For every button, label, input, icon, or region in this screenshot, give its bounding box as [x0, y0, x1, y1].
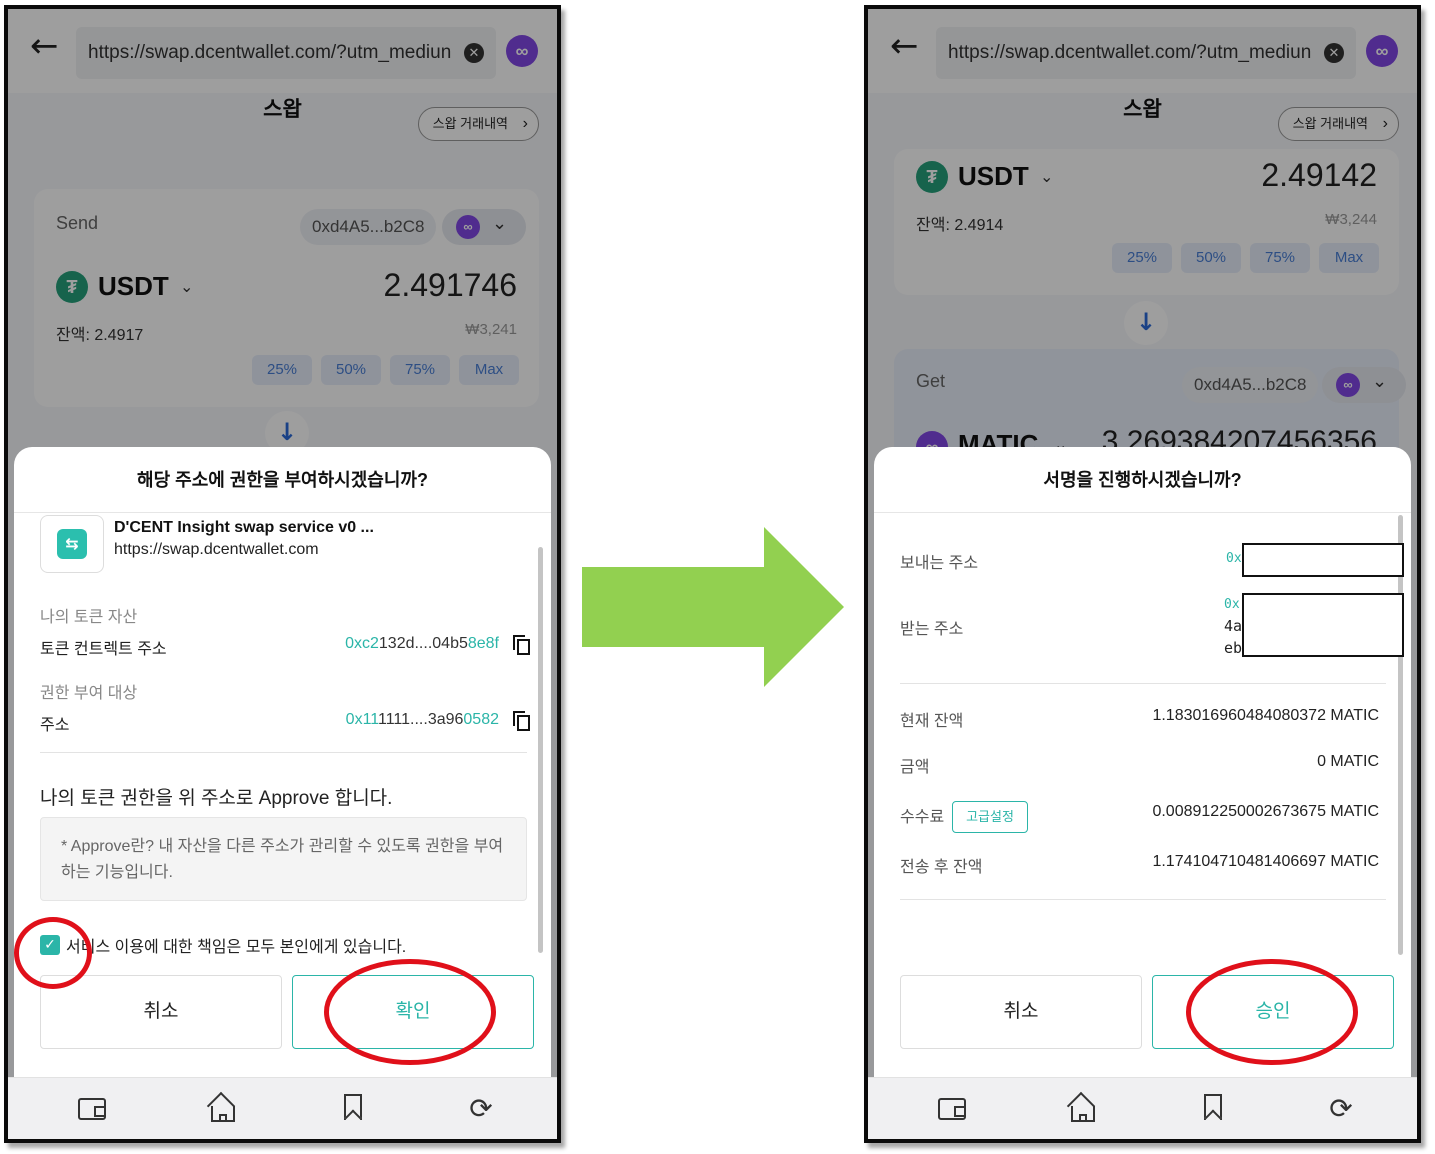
swap-arrows-icon: ⇆ — [57, 529, 87, 559]
copy-icon[interactable] — [513, 711, 531, 731]
to-address-line3: eb — [1224, 639, 1243, 657]
scrollbar[interactable] — [538, 547, 543, 953]
dapp-name: D'CENT Insight swap service v0 ... — [114, 519, 374, 536]
sync-icon[interactable]: ⟳ — [1326, 1094, 1356, 1124]
bottom-navbar: ⟳ — [868, 1077, 1417, 1139]
amount-value: 0 MATIC — [1317, 753, 1379, 770]
to-address-label: 받는 주소 — [900, 621, 964, 638]
contract-address-value: 0xc2132d....04b58e8f — [345, 635, 499, 653]
grantee-middle: 1111....3a96 — [378, 711, 464, 728]
bottom-navbar: ⟳ — [8, 1077, 557, 1139]
wallet-icon[interactable] — [78, 1098, 106, 1120]
highlight-circle-approve — [1186, 959, 1358, 1065]
grantee-suffix: 0582 — [463, 711, 499, 728]
grantee-address-value: 0x111111....3a960582 — [346, 711, 499, 729]
dapp-logo: ⇆ — [40, 515, 104, 573]
scrollbar[interactable] — [1398, 515, 1403, 955]
cancel-button[interactable]: 취소 — [40, 975, 282, 1049]
divider — [40, 752, 527, 753]
flow-arrow-icon — [582, 527, 844, 687]
phone-screen-left: ← https://swap.dcentwallet.com/?utm_medi… — [4, 5, 561, 1143]
contract-address-label: 토큰 컨트렉트 주소 — [40, 641, 167, 658]
current-balance-label: 현재 잔액 — [900, 713, 964, 730]
after-balance-label: 전송 후 잔액 — [900, 859, 983, 876]
from-address-value: 0x — [1226, 551, 1242, 566]
approve-statement: 나의 토큰 권한을 위 주소로 Approve 합니다. — [40, 788, 393, 809]
advanced-settings-button[interactable]: 고급설정 — [952, 801, 1028, 833]
fee-label: 수수료 — [900, 809, 945, 826]
grantee-address-label: 주소 — [40, 717, 70, 734]
sync-icon[interactable]: ⟳ — [466, 1094, 496, 1124]
agree-label: 서비스 이용에 대한 책임은 모두 본인에게 있습니다. — [66, 939, 407, 956]
divider — [900, 899, 1386, 900]
from-address-label: 보내는 주소 — [900, 555, 979, 572]
amount-label: 금액 — [900, 759, 930, 776]
dialog-title: 서명을 진행하시겠습니까? — [874, 447, 1411, 513]
wallet-icon[interactable] — [938, 1098, 966, 1120]
highlight-circle-checkbox — [14, 917, 92, 989]
cancel-button[interactable]: 취소 — [900, 975, 1142, 1049]
redaction-box — [1242, 543, 1404, 577]
section-token-assets: 나의 토큰 자산 — [40, 609, 138, 626]
fee-value: 0.008912250002673675 MATIC — [1152, 803, 1379, 820]
section-grantee: 권한 부여 대상 — [40, 685, 138, 702]
contract-prefix: 0xc2 — [345, 635, 379, 652]
highlight-circle-confirm — [324, 959, 496, 1065]
divider — [900, 683, 1386, 684]
after-balance-value: 1.174104710481406697 MATIC — [1152, 853, 1379, 870]
grantee-prefix: 0x11 — [345, 711, 378, 728]
bookmark-icon[interactable] — [338, 1094, 368, 1127]
contract-suffix: 8e8f — [467, 635, 499, 652]
phone-screen-right: ← https://swap.dcentwallet.com/?utm_medi… — [864, 5, 1421, 1143]
dialog-title: 해당 주소에 권한을 부여하시겠습니까? — [14, 447, 551, 513]
to-address-line1: 0x — [1224, 597, 1240, 612]
redaction-box — [1242, 593, 1404, 657]
current-balance-value: 1.183016960484080372 MATIC — [1152, 707, 1379, 724]
to-address-line2: 4a — [1224, 617, 1243, 635]
dapp-url: https://swap.dcentwallet.com — [114, 541, 319, 558]
approve-note: * Approve란? 내 자산을 다른 주소가 관리할 수 있도록 권한을 부… — [40, 817, 527, 901]
copy-icon[interactable] — [513, 635, 531, 655]
home-icon[interactable] — [1066, 1091, 1098, 1124]
contract-middle: 132d....04b5 — [378, 635, 468, 652]
home-icon[interactable] — [206, 1091, 238, 1124]
bookmark-icon[interactable] — [1198, 1094, 1228, 1127]
